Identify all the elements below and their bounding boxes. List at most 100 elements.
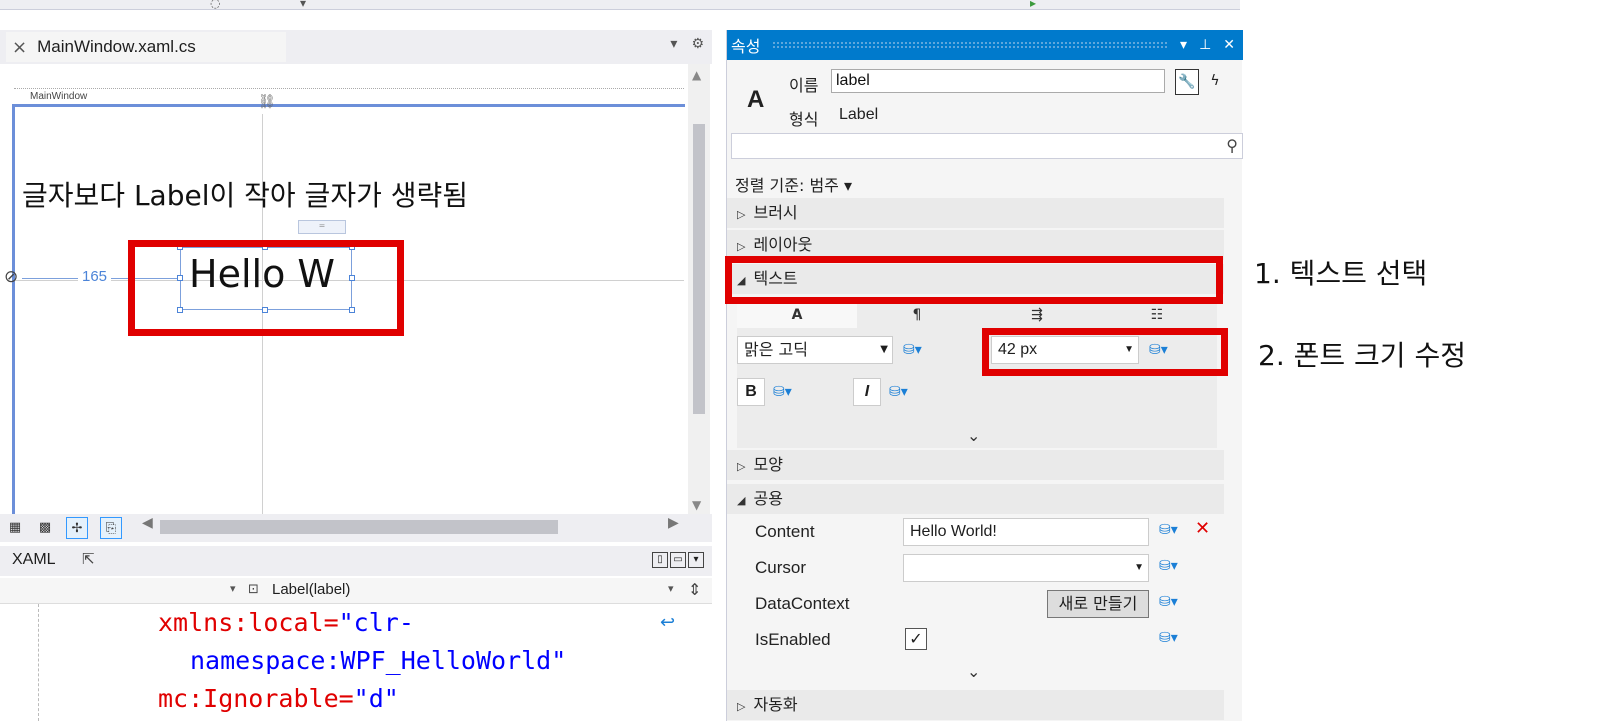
scroll-up-icon[interactable]: ▲ xyxy=(692,68,701,82)
collapse-pane-icon[interactable]: ▾ xyxy=(688,552,704,568)
property-name: Content xyxy=(755,522,815,541)
run-icon[interactable]: ▸ xyxy=(1030,0,1036,10)
toolbar-icon[interactable]: ◌ xyxy=(210,0,220,10)
expand-more-icon[interactable]: ⌄ xyxy=(967,426,980,445)
xaml-tab-bar: XAML ⇱ ▯ ▭ ▾ xyxy=(0,546,712,576)
chevron-down-icon[interactable]: ▾ xyxy=(668,582,674,595)
close-icon[interactable]: × xyxy=(12,37,27,58)
window-frame-top xyxy=(12,104,685,107)
sort-by-dropdown[interactable]: 정렬 기준: 범주 ▾ xyxy=(735,172,852,196)
chevron-down-icon[interactable]: ▾ xyxy=(230,582,236,595)
control-type-icon: A xyxy=(747,86,765,113)
window-frame-left xyxy=(12,104,15,514)
property-row-cursor: Cursor ▼ ⛁▾ xyxy=(727,550,1224,586)
expand-icon: ▷ xyxy=(737,700,746,713)
code-line: mc:Ignorable="d" xyxy=(158,684,399,713)
tab-indent[interactable]: ⇶ xyxy=(977,304,1097,328)
resource-icon[interactable]: ⛁▾ xyxy=(1159,558,1178,574)
expand-more-icon[interactable]: ⌄ xyxy=(967,662,980,681)
resource-icon[interactable]: ⛁▾ xyxy=(889,384,908,400)
checker-icon[interactable]: ▩ xyxy=(34,517,56,539)
highlight-box-text-category xyxy=(725,256,1223,304)
category-appearance[interactable]: ▷ 모양 xyxy=(727,450,1224,480)
isenabled-checkbox[interactable]: ✓ xyxy=(905,628,927,650)
content-input[interactable]: Hello World! xyxy=(903,518,1149,546)
property-row-datacontext: DataContext 새로 만들기 ⛁▾ xyxy=(727,586,1224,622)
new-datacontext-button[interactable]: 새로 만들기 xyxy=(1047,590,1149,618)
name-input[interactable]: label xyxy=(831,69,1165,93)
property-search-input[interactable]: ⚲ xyxy=(731,133,1243,159)
properties-title-bar: 속성 ▾ ⊥ ✕ xyxy=(727,30,1243,60)
splitter-icon[interactable]: ⇕ xyxy=(688,580,701,599)
resource-icon[interactable]: ⛁▾ xyxy=(773,384,792,400)
italic-button[interactable]: I xyxy=(853,378,881,406)
lightning-icon[interactable]: ϟ xyxy=(1203,69,1227,95)
split-vertical-icon[interactable]: ▯ xyxy=(652,552,668,568)
xaml-code-editor[interactable]: xmlns:local="clr- namespace:WPF_HelloWor… xyxy=(0,604,712,721)
tab-paragraph[interactable]: ¶ xyxy=(857,304,977,328)
type-label: 형식 xyxy=(789,110,819,129)
collapse-icon: ◢ xyxy=(737,494,746,507)
grid-icon[interactable]: ▦ xyxy=(4,517,26,539)
scroll-left-icon[interactable]: ◀ xyxy=(142,515,153,531)
expand-icon: ▷ xyxy=(737,208,746,221)
title-buttons: ▾ ⊥ ✕ xyxy=(1180,37,1235,53)
window-caption: MainWindow xyxy=(14,88,684,104)
horizontal-scroll-thumb[interactable] xyxy=(160,520,558,534)
document-tab[interactable]: × MainWindow.xaml.cs xyxy=(6,32,286,62)
category-common[interactable]: ◢ 공용 xyxy=(727,484,1224,514)
category-automation[interactable]: ▷ 자동화 xyxy=(727,690,1224,720)
tab-font[interactable]: A xyxy=(737,304,857,328)
tab-xaml[interactable]: XAML xyxy=(12,551,56,569)
highlight-box-font-size xyxy=(982,328,1228,376)
code-line: xmlns:local="clr- xyxy=(158,608,414,637)
category-brush[interactable]: ▷ 브러시 xyxy=(727,198,1224,228)
bold-button[interactable]: B xyxy=(737,378,765,406)
close-icon[interactable]: ✕ xyxy=(1223,37,1235,53)
scroll-down-icon[interactable]: ▼ xyxy=(692,498,701,512)
wrench-icon[interactable]: 🔧 xyxy=(1175,69,1199,95)
property-name: Cursor xyxy=(755,558,807,577)
scroll-right-icon[interactable]: ▶ xyxy=(668,515,679,531)
name-label: 이름 xyxy=(789,76,819,95)
callout-step2: 2. 폰트 크기 수정 xyxy=(1258,339,1466,372)
chevron-down-icon: ▼ xyxy=(1134,562,1144,573)
code-line: namespace:WPF_HelloWorld" xyxy=(190,646,567,675)
tab-tools: ▾ ⚙ xyxy=(670,36,704,52)
resource-icon[interactable]: ⛁▾ xyxy=(903,342,922,358)
designer-vertical-scrollbar[interactable]: ▲ ▼ xyxy=(688,64,710,514)
font-family-select[interactable]: 맑은 고딕 ▼ xyxy=(737,336,893,364)
label-element-icon: ⊡ xyxy=(248,582,259,597)
text-subtabs: A ¶ ⇶ ☷ xyxy=(737,304,1217,328)
tab-list[interactable]: ☷ xyxy=(1097,304,1217,328)
title-grip[interactable] xyxy=(772,41,1169,49)
dropdown-icon[interactable]: ▾ xyxy=(1180,37,1187,53)
resource-icon[interactable]: ⛁▾ xyxy=(1159,522,1178,538)
anchor-link-icon[interactable]: ⊘ xyxy=(4,267,18,287)
snap-lines-icon[interactable]: ⎘ xyxy=(100,517,122,539)
split-horizontal-icon[interactable]: ▭ xyxy=(670,552,686,568)
element-selector[interactable]: Label(label) xyxy=(272,581,350,598)
label-adorner[interactable]: = xyxy=(298,220,346,234)
pane-layout-buttons: ▯ ▭ ▾ xyxy=(652,552,704,568)
document-tab-bar: × MainWindow.xaml.cs ▾ ⚙ xyxy=(0,30,712,64)
dropdown-icon[interactable]: ▾ xyxy=(670,36,677,52)
clear-icon[interactable]: ✕ xyxy=(1195,518,1210,539)
code-gutter xyxy=(38,604,39,721)
expand-icon: ▷ xyxy=(737,460,746,473)
pin-icon[interactable]: ⊥ xyxy=(1199,37,1211,53)
word-wrap-icon[interactable]: ↩ xyxy=(660,612,675,633)
property-name: IsEnabled xyxy=(755,630,831,649)
resource-icon[interactable]: ⛁▾ xyxy=(1159,630,1178,646)
expand-icon: ▷ xyxy=(737,240,746,253)
cursor-select[interactable]: ▼ xyxy=(903,554,1149,582)
snap-grid-icon[interactable]: ✢ xyxy=(66,517,88,539)
toolbar-icon[interactable]: ▾ xyxy=(300,0,306,10)
margin-value: 165 xyxy=(78,268,112,285)
swap-panes-icon[interactable]: ⇱ xyxy=(82,550,95,568)
anchor-chain-icon[interactable]: ⛓ xyxy=(258,94,276,110)
resource-icon[interactable]: ⛁▾ xyxy=(1159,594,1178,610)
element-selector-bar: ▾ ⊡ Label(label) ▾ ⇕ xyxy=(0,578,712,604)
gear-icon[interactable]: ⚙ xyxy=(691,36,704,52)
scroll-thumb[interactable] xyxy=(693,124,705,414)
